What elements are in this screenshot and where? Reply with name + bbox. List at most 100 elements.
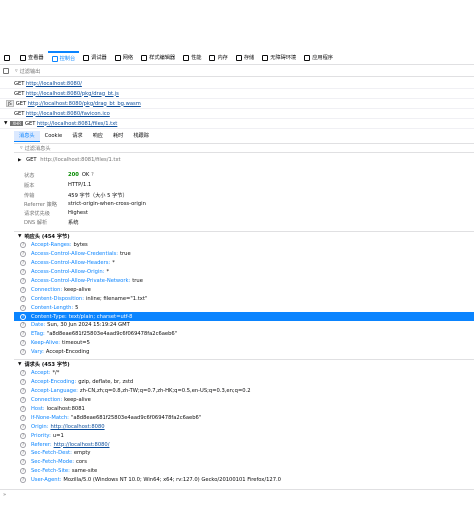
headers-filter-bar: ▿ 过滤消息头	[14, 143, 474, 153]
help-icon[interactable]: ?	[20, 423, 26, 430]
header-row[interactable]: ? Origin: http://localhost:8080	[14, 422, 474, 431]
header-value: "a8d8eae681f25803e4aad9c6f069478fa2c6aeb…	[46, 331, 178, 338]
help-icon[interactable]: ?	[20, 388, 26, 395]
help-icon[interactable]: ?	[20, 370, 26, 377]
header-row[interactable]: ? Accept-Ranges: bytes	[14, 241, 474, 250]
help-icon[interactable]: ?	[20, 322, 26, 329]
tab-memory[interactable]: 内存	[205, 51, 231, 65]
tab-performance[interactable]: 性能	[179, 51, 205, 65]
tab-timings[interactable]: 耗时	[108, 131, 128, 142]
tab-inspector[interactable]: 查看器	[16, 51, 48, 65]
help-icon[interactable]: ?	[20, 277, 26, 284]
chevron-down-icon[interactable]: ▼	[18, 362, 21, 367]
tab-stack-trace[interactable]: 栈跟踪	[128, 131, 154, 142]
tab-network[interactable]: 网络	[111, 51, 137, 65]
header-row[interactable]: ? Connection: keep-alive	[14, 396, 474, 405]
chevron-down-icon[interactable]: ▼	[18, 234, 21, 239]
header-value[interactable]: http://localhost:8080/	[54, 442, 110, 448]
chevron-right-icon[interactable]: ▶	[18, 158, 21, 163]
header-row[interactable]: ? ETag: "a8d8eae681f25803e4aad9c6f069478fa…	[14, 330, 474, 339]
header-row[interactable]: ? Sec-Fetch-Dest: empty	[14, 449, 474, 458]
console-input[interactable]: »	[0, 489, 474, 499]
help-icon[interactable]: ?	[20, 379, 26, 386]
tab-accessibility[interactable]: 无障碍环境	[258, 51, 300, 65]
request-row-expanded[interactable]: ▼ XHR GET http://localhost:8081/files/1.…	[0, 119, 474, 129]
help-icon[interactable]: ?	[20, 349, 26, 356]
help-icon[interactable]: ?	[20, 304, 26, 311]
console-filter-input[interactable]: 过滤输出	[20, 68, 41, 75]
response-headers-section[interactable]: ▼ 响应头 (454 字节)	[14, 231, 474, 240]
header-value[interactable]: http://localhost:8080	[50, 424, 104, 430]
help-icon[interactable]: ?	[20, 397, 26, 404]
header-row[interactable]: ? Access-Control-Allow-Private-Network: tr…	[14, 277, 474, 286]
header-row[interactable]: ? Access-Control-Allow-Headers: *	[14, 259, 474, 268]
help-icon[interactable]: ?	[20, 459, 26, 466]
performance-icon	[183, 54, 190, 61]
header-row[interactable]: ? If-None-Match: "a8d8eae681f25803e4aad9c6…	[14, 414, 474, 423]
header-row[interactable]: ? Date: Sun, 30 Jun 2024 15:19:24 GMT	[14, 321, 474, 330]
header-row[interactable]: ? Sec-Fetch-Site: same-site	[14, 467, 474, 476]
header-row[interactable]: ? Access-Control-Allow-Credentials: true	[14, 250, 474, 259]
general-row-transferred: 传输 459 字节（大小 5 字节）	[24, 193, 128, 199]
tab-cookie[interactable]: Cookie	[40, 131, 68, 142]
help-icon[interactable]: ?	[20, 295, 26, 302]
request-row[interactable]: GET http://localhost:8080/pkg/drag_bt.js	[0, 89, 474, 99]
header-name: Date:	[31, 322, 46, 329]
header-value: Sun, 30 Jun 2024 15:19:24 GMT	[47, 322, 130, 329]
header-row[interactable]: ? Vary: Accept-Encoding	[14, 348, 474, 357]
header-row[interactable]: ? Priority: u=1	[14, 431, 474, 440]
help-icon[interactable]: ?	[20, 286, 26, 293]
trash-icon[interactable]	[3, 68, 9, 74]
tab-headers[interactable]: 消息头	[14, 131, 40, 142]
tab-storage[interactable]: 存储	[232, 51, 258, 65]
help-icon[interactable]: ?	[20, 441, 26, 448]
chevron-down-icon[interactable]: ▼	[4, 121, 7, 126]
help-icon[interactable]: ?	[20, 269, 26, 276]
help-icon[interactable]: ?	[20, 313, 26, 320]
header-row[interactable]: ? Content-Type: text/plain; charset=utf-8	[14, 312, 474, 321]
help-icon[interactable]: ?	[20, 340, 26, 347]
request-row[interactable]: GET http://localhost:8080/	[0, 79, 474, 89]
tab-style-editor[interactable]: 样式编辑器	[137, 51, 179, 65]
header-value: u=1	[52, 432, 64, 439]
help-icon[interactable]: ?	[20, 468, 26, 475]
header-row[interactable]: ? Accept-Language: zh-CN,zh;q=0.8,zh-TW;q=…	[14, 387, 474, 396]
header-row[interactable]: ? Keep-Alive: timeout=5	[14, 339, 474, 348]
help-icon[interactable]: ?	[91, 172, 94, 178]
header-name: Content-Disposition:	[31, 295, 84, 302]
request-headers-section[interactable]: ▼ 请求头 (453 字节)	[14, 359, 474, 368]
header-row[interactable]: ? Referer: http://localhost:8080/	[14, 440, 474, 449]
headers-filter-input[interactable]: 过滤消息头	[25, 145, 51, 152]
tab-console[interactable]: 控制台	[47, 50, 80, 65]
tab-request[interactable]: 请求	[67, 131, 87, 142]
header-row[interactable]: ? User-Agent: Mozilla/5.0 (Windows NT 10.0…	[14, 476, 474, 485]
request-row[interactable]: GET http://localhost:8080/favicon.ico	[0, 109, 474, 119]
header-row[interactable]: ? Content-Length: 5	[14, 303, 474, 312]
header-name: Content-Length:	[31, 304, 74, 311]
tab-application[interactable]: 应用程序	[300, 51, 337, 65]
header-row[interactable]: ? Access-Control-Allow-Origin: *	[14, 268, 474, 277]
help-icon[interactable]: ?	[20, 432, 26, 439]
header-row[interactable]: ? Accept: */*	[14, 369, 474, 378]
header-value: zh-CN,zh;q=0.8,zh-TW;q=0.7,zh-HK;q=0.5,e…	[79, 388, 251, 395]
pick-element-button[interactable]	[0, 51, 16, 65]
request-summary[interactable]: ▶ GET http://localhost:8081/files/1.txt	[18, 157, 121, 163]
header-row[interactable]: ? Content-Disposition: inline; filename="1…	[14, 294, 474, 303]
help-icon[interactable]: ?	[20, 260, 26, 267]
header-row[interactable]: ? Accept-Encoding: gzip, deflate, br, zstd	[14, 378, 474, 387]
tab-debugger[interactable]: 调试器	[79, 51, 111, 65]
help-icon[interactable]: ?	[20, 477, 26, 484]
header-row[interactable]: ? Host: localhost:8081	[14, 405, 474, 414]
header-value: 5	[75, 304, 79, 311]
help-icon[interactable]: ?	[20, 414, 26, 421]
help-icon[interactable]: ?	[20, 405, 26, 412]
tab-response[interactable]: 响应	[88, 131, 108, 142]
help-icon[interactable]: ?	[20, 331, 26, 338]
help-icon[interactable]: ?	[20, 242, 26, 249]
request-row[interactable]: JS GET http://localhost:8080/pkg/drag_bt…	[0, 99, 474, 109]
header-row[interactable]: ? Sec-Fetch-Mode: cors	[14, 458, 474, 467]
header-row[interactable]: ? Connection: keep-alive	[14, 286, 474, 295]
help-icon[interactable]: ?	[20, 450, 26, 457]
header-name: Priority:	[31, 432, 51, 439]
help-icon[interactable]: ?	[20, 251, 26, 258]
